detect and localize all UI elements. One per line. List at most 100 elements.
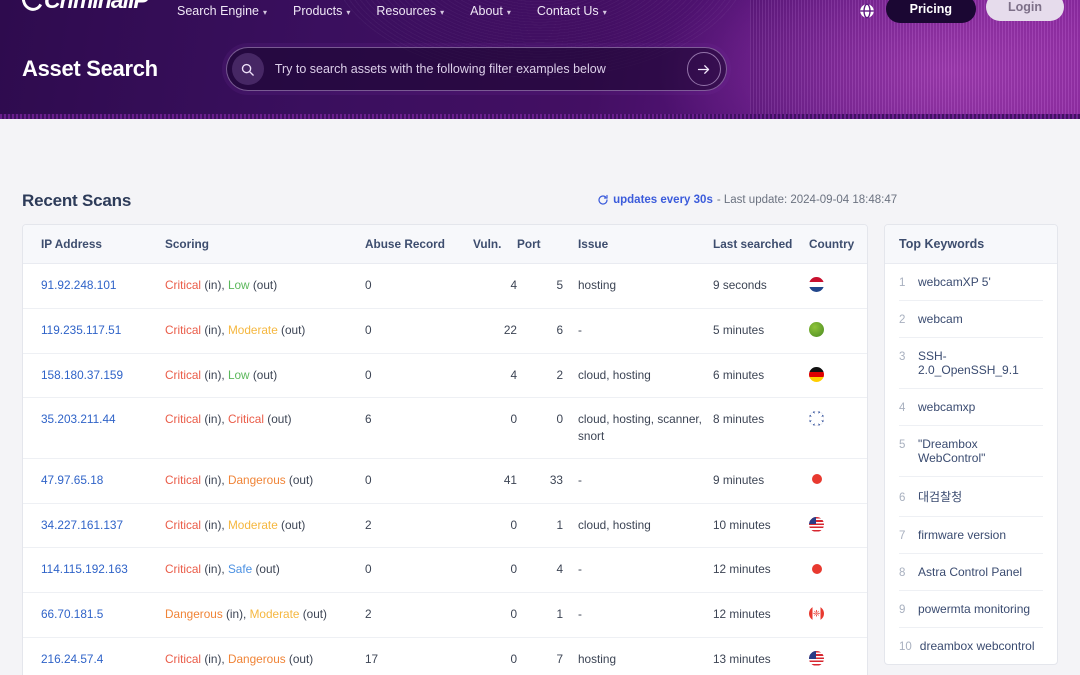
keyword-text[interactable]: webcamxp [918,400,975,414]
score-inbound: Critical [165,322,202,337]
nav-item-resources[interactable]: Resources ▾ [376,4,444,18]
hero-banner: CriminalIP Search Engine ▾ Products ▾ Re… [0,0,1080,119]
login-button[interactable]: Login [985,0,1064,21]
table-row[interactable]: 119.235.117.51 Critical (in), Moderate (o… [23,308,867,354]
list-item[interactable]: 4 webcamxp [899,389,1043,426]
table-header-row: IP Address Scoring Abuse Record Vuln. Po… [23,225,867,264]
cell-scoring: Critical (in), Low (out) [165,263,365,309]
cell-vuln: 22 [473,308,517,354]
ip-address-link[interactable]: 34.227.161.137 [41,518,123,532]
table-row[interactable]: 158.180.37.159 Critical (in), Low (out) 0 4… [23,353,867,399]
cell-port: 33 [517,458,563,504]
column-header-issue[interactable]: Issue [563,225,713,264]
list-item[interactable]: 7 firmware version [899,517,1043,554]
nav-item-search-engine[interactable]: Search Engine ▾ [177,4,267,18]
keyword-text[interactable]: Astra Control Panel [918,565,1022,579]
nav-item-label: Resources [376,4,437,18]
ip-address-link[interactable]: 35.203.211.44 [41,412,116,426]
cell-abuse-record: 17 [365,637,473,675]
refresh-icon[interactable] [597,194,609,206]
cell-last-searched: 6 minutes [713,353,809,399]
ip-address-link[interactable]: 216.24.57.4 [41,652,103,666]
score-outbound-suffix: (out) [264,412,292,427]
list-item[interactable]: 5 "Dreambox WebControl" [899,426,1043,477]
cell-port: 6 [517,308,563,354]
cell-last-searched: 12 minutes [713,547,809,593]
table-row[interactable]: 66.70.181.5 Dangerous (in), Moderate (out… [23,592,867,638]
ip-address-link[interactable]: 47.97.65.18 [41,473,103,487]
cell-scoring: Critical (in), Low (out) [165,353,365,399]
country-flag-icon [809,650,824,666]
column-header-port[interactable]: Port [517,225,563,264]
pricing-button[interactable]: Pricing [885,0,976,23]
nav-item-label: Products [293,4,343,18]
country-flag-icon [809,366,824,382]
score-inbound: Critical [165,412,202,427]
list-item[interactable]: 9 powermta monitoring [899,591,1043,628]
keyword-rank: 5 [899,439,906,451]
cell-issue: cloud, hosting, scanner, snort [563,397,713,459]
keyword-text[interactable]: firmware version [918,528,1006,542]
list-item[interactable]: 10 dreambox webcontrol [899,628,1043,664]
cell-issue: cloud, hosting [563,353,713,399]
list-item[interactable]: 3 SSH-2.0_OpenSSH_9.1 [899,338,1043,389]
column-header-scoring[interactable]: Scoring [165,225,365,264]
score-inbound: Critical [165,367,202,382]
nav-item-products[interactable]: Products ▾ [293,4,350,18]
table-row[interactable]: 35.203.211.44 Critical (in), Critical (ou… [23,397,867,459]
column-header-last-searched[interactable]: Last searched [713,225,809,264]
brand-logo[interactable]: CriminalIP [22,0,157,22]
globe-icon[interactable] [858,2,876,20]
keyword-text[interactable]: 대검찰청 [918,488,962,505]
score-inbound-suffix: (in), [222,607,250,621]
column-header-ip-address[interactable]: IP Address [23,225,165,264]
cell-country [809,503,867,549]
recent-scans-table: IP Address Scoring Abuse Record Vuln. Po… [23,225,867,675]
ip-address-link[interactable]: 158.180.37.159 [41,368,123,382]
table-header: IP Address Scoring Abuse Record Vuln. Po… [23,225,867,264]
ip-address-link[interactable]: 114.115.192.163 [41,562,128,576]
hero-body: Asset Search [0,47,1080,91]
search-input[interactable] [263,62,687,76]
list-item[interactable]: 8 Astra Control Panel [899,554,1043,591]
cell-vuln: 0 [473,592,517,638]
top-keywords-title: Top Keywords [885,225,1057,264]
keyword-text[interactable]: webcamXP 5' [918,275,991,289]
column-header-vuln[interactable]: Vuln. [473,225,517,264]
cell-port: 1 [517,592,563,638]
table-row[interactable]: 34.227.161.137 Critical (in), Moderate (o… [23,503,867,549]
table-row[interactable]: 47.97.65.18 Critical (in), Dangerous (out… [23,458,867,504]
recent-scans-title: Recent Scans [22,191,132,210]
search-submit-button[interactable] [686,52,721,86]
keyword-text[interactable]: dreambox webcontrol [920,639,1035,653]
asset-search-bar[interactable] [225,47,727,91]
list-item[interactable]: 1 webcamXP 5' [899,264,1043,301]
table-row[interactable]: 216.24.57.4 Critical (in), Dangerous (out… [23,637,867,675]
keyword-text[interactable]: "Dreambox WebControl" [918,437,1043,465]
list-item[interactable]: 2 webcam [899,301,1043,338]
keyword-text[interactable]: SSH-2.0_OpenSSH_9.1 [918,349,1043,377]
ip-address-link[interactable]: 119.235.117.51 [41,323,121,337]
score-outbound: Low [227,278,250,292]
keyword-text[interactable]: powermta monitoring [918,602,1030,616]
ip-address-link[interactable]: 91.92.248.101 [41,278,116,292]
cell-scoring: Dangerous (in), Moderate (out) [165,592,365,638]
cell-abuse-record: 2 [365,592,473,638]
ip-address-link[interactable]: 66.70.181.5 [41,607,103,621]
keyword-rank: 8 [899,567,906,579]
cell-country [809,458,867,504]
keyword-text[interactable]: webcam [918,312,963,326]
list-item[interactable]: 6 대검찰청 [899,477,1043,517]
table-row[interactable]: 91.92.248.101 Critical (in), Low (out) 0 4 5… [23,263,867,309]
nav-item-about[interactable]: About ▾ [470,4,511,18]
score-outbound: Critical [227,412,264,427]
column-header-abuse-record[interactable]: Abuse Record [365,225,473,264]
nav-item-contact-us[interactable]: Contact Us ▾ [537,4,607,18]
brand-logo-text: CriminalIP [44,0,149,13]
search-icon[interactable] [231,53,264,85]
column-header-country[interactable]: Country [809,225,867,264]
table-row[interactable]: 114.115.192.163 Critical (in), Safe (out)… [23,547,867,593]
nav-right-actions: Pricing Login [858,0,1064,25]
cell-ip-address: 66.70.181.5 [23,592,165,638]
keyword-rank: 10 [899,641,912,653]
